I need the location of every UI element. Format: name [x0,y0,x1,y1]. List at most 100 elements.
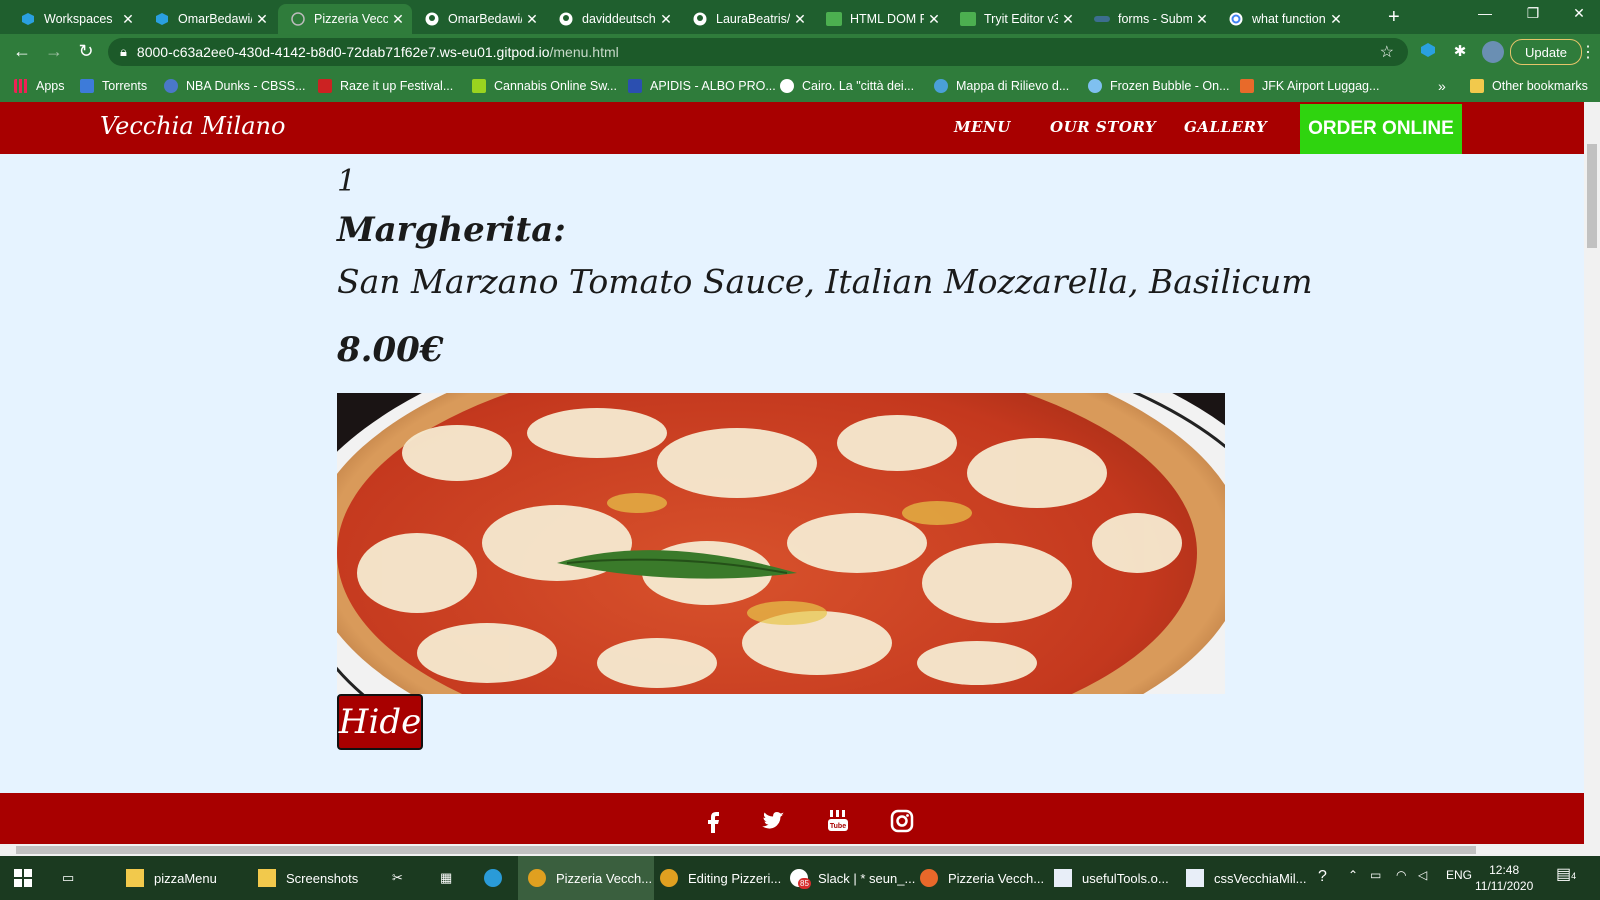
system-clock[interactable]: 12:48 11/11/2020 [1475,862,1533,894]
url-path: /menu.html [549,44,619,60]
horizontal-scroll-thumb[interactable] [16,846,1476,854]
cannabis-icon [472,79,486,93]
browser-tab[interactable]: HTML DOM F ✕ [814,4,948,34]
calculator-icon[interactable]: ▦ [440,856,452,900]
browser-tab[interactable]: what function ✕ [1216,4,1350,34]
help-icon[interactable]: ? [1318,868,1327,886]
bookmark-item[interactable]: Frozen Bubble - On... [1088,70,1230,102]
taskbar-item[interactable]: pizzaMenu [126,856,217,900]
edge-icon[interactable] [484,856,512,900]
twitter-icon[interactable] [762,809,786,833]
menu-item-number: 1 [337,164,357,199]
battery-icon[interactable]: ▭ [1370,868,1381,882]
taskbar-item[interactable]: Pizzeria Vecch... [920,856,1044,900]
browser-tab[interactable]: forms - Subm ✕ [1082,4,1216,34]
bookmark-item[interactable]: APIDIS - ALBO PRO... [628,70,776,102]
nav-menu-link[interactable]: MENU [954,118,1011,136]
chevron-up-icon[interactable]: ⌃ [1348,868,1358,882]
browser-tab[interactable]: LauraBeatris/ ✕ [680,4,814,34]
github-icon [424,11,440,27]
browser-tab[interactable]: daviddeutsch ✕ [546,4,680,34]
reload-icon[interactable]: ↻ [74,41,98,62]
hide-button[interactable]: Hide [337,694,423,750]
bookmark-star-icon[interactable]: ☆ [1380,42,1394,62]
close-tab-icon[interactable]: ✕ [1058,11,1078,28]
address-bar[interactable]: 🔒︎ 8000-c63a2ee0-430d-4142-b8d0-72dab71f… [108,38,1408,66]
slack-badge: 85 [798,878,811,889]
close-tab-icon[interactable]: ✕ [522,11,542,28]
gitpod-extension-icon[interactable] [1418,42,1438,62]
close-tab-icon[interactable]: ✕ [924,11,944,28]
browser-tab[interactable]: Tryit Editor v3 ✕ [948,4,1082,34]
back-arrow-icon[interactable]: ← [10,41,34,62]
minimize-window-icon[interactable]: — [1470,5,1500,21]
taskbar-item[interactable]: Screenshots [258,856,358,900]
close-tab-icon[interactable]: ✕ [1326,11,1346,28]
nav-our-story-link[interactable]: OUR STORY [1050,118,1156,136]
other-bookmarks[interactable]: Other bookmarks [1470,70,1588,102]
taskbar-item[interactable]: 85 Slack | * seun_... [790,856,915,900]
forward-arrow-icon[interactable]: → [42,41,66,62]
notifications-count: 4 [1571,871,1577,881]
map-icon [934,79,948,93]
bookmark-item[interactable]: JFK Airport Luggag... [1240,70,1379,102]
taskbar-item[interactable]: Editing Pizzeri... [660,856,781,900]
horizontal-scrollbar[interactable] [0,844,1600,856]
browser-tab[interactable]: Workspaces ✕ [8,4,142,34]
task-view-icon[interactable]: ▭ [62,856,74,900]
order-online-button[interactable]: ORDER ONLINE [1300,104,1462,154]
close-tab-icon[interactable]: ✕ [1192,11,1212,28]
bookmark-apps[interactable]: Apps [14,70,65,102]
frozen-bubble-icon [1088,79,1102,93]
volume-icon[interactable]: ◁ [1418,868,1427,882]
wifi-icon[interactable]: ◠ [1396,868,1406,882]
profile-avatar[interactable] [1482,41,1504,63]
snipping-tool-icon[interactable]: ✂ [392,856,403,900]
update-button[interactable]: Update [1510,39,1582,65]
bookmark-item[interactable]: NBA Dunks - CBSS... [164,70,305,102]
browser-menu-icon[interactable]: ⋮ [1580,42,1596,62]
taskbar-item-active[interactable]: Pizzeria Vecch... [518,856,654,900]
instagram-icon[interactable] [890,809,914,833]
apps-grid-icon [14,79,28,93]
start-button[interactable] [14,856,32,900]
bookmark-item[interactable]: Cairo. La "città dei... [780,70,914,102]
browser-tab[interactable]: OmarBedawi/ ✕ [412,4,546,34]
jfk-icon [1240,79,1254,93]
browser-tab-active[interactable]: Pizzeria Vecch ✕ [278,4,412,34]
bookmark-item[interactable]: Cannabis Online Sw... [472,70,617,102]
windows-logo-icon [14,869,32,887]
close-tab-icon[interactable]: ✕ [118,11,138,28]
lock-icon: 🔒︎ [120,44,127,59]
site-navbar: Vecchia Milano MENU OUR STORY GALLERY OR… [0,102,1584,154]
restore-window-icon[interactable]: ❐ [1518,5,1548,22]
gitpod-icon [154,11,170,27]
bookmark-item[interactable]: Torrents [80,70,147,102]
close-tab-icon[interactable]: ✕ [388,11,408,28]
gitpod-icon [20,11,36,27]
browser-tab[interactable]: OmarBedawi/ ✕ [142,4,276,34]
vertical-scrollbar[interactable] [1584,102,1600,844]
menu-item-description: San Marzano Tomato Sauce, Italian Mozzar… [337,262,1313,301]
facebook-icon[interactable] [702,809,726,833]
bookmark-item[interactable]: Raze it up Festival... [318,70,453,102]
close-tab-icon[interactable]: ✕ [656,11,676,28]
edge-logo-icon [484,869,502,887]
bookmark-item[interactable]: Mappa di Rilievo d... [934,70,1069,102]
taskbar-item[interactable]: cssVecchiaMil... [1186,856,1306,900]
close-tab-icon[interactable]: ✕ [252,11,272,28]
close-window-icon[interactable]: ✕ [1564,5,1594,22]
document-icon [1186,869,1204,887]
close-tab-icon[interactable]: ✕ [790,11,810,28]
new-tab-button[interactable]: + [1388,6,1400,29]
youtube-icon[interactable]: Tube [826,809,850,833]
vertical-scroll-thumb[interactable] [1587,144,1597,248]
site-brand[interactable]: Vecchia Milano [100,112,285,140]
globe-icon [290,11,306,27]
notifications-icon[interactable]: ▤4 [1556,864,1576,884]
language-indicator[interactable]: ENG [1446,868,1472,882]
extensions-puzzle-icon[interactable]: ✱ [1450,42,1470,62]
taskbar-item[interactable]: usefulTools.o... [1054,856,1169,900]
bookmarks-overflow-icon[interactable]: » [1438,70,1446,102]
nav-gallery-link[interactable]: GALLERY [1184,118,1267,136]
